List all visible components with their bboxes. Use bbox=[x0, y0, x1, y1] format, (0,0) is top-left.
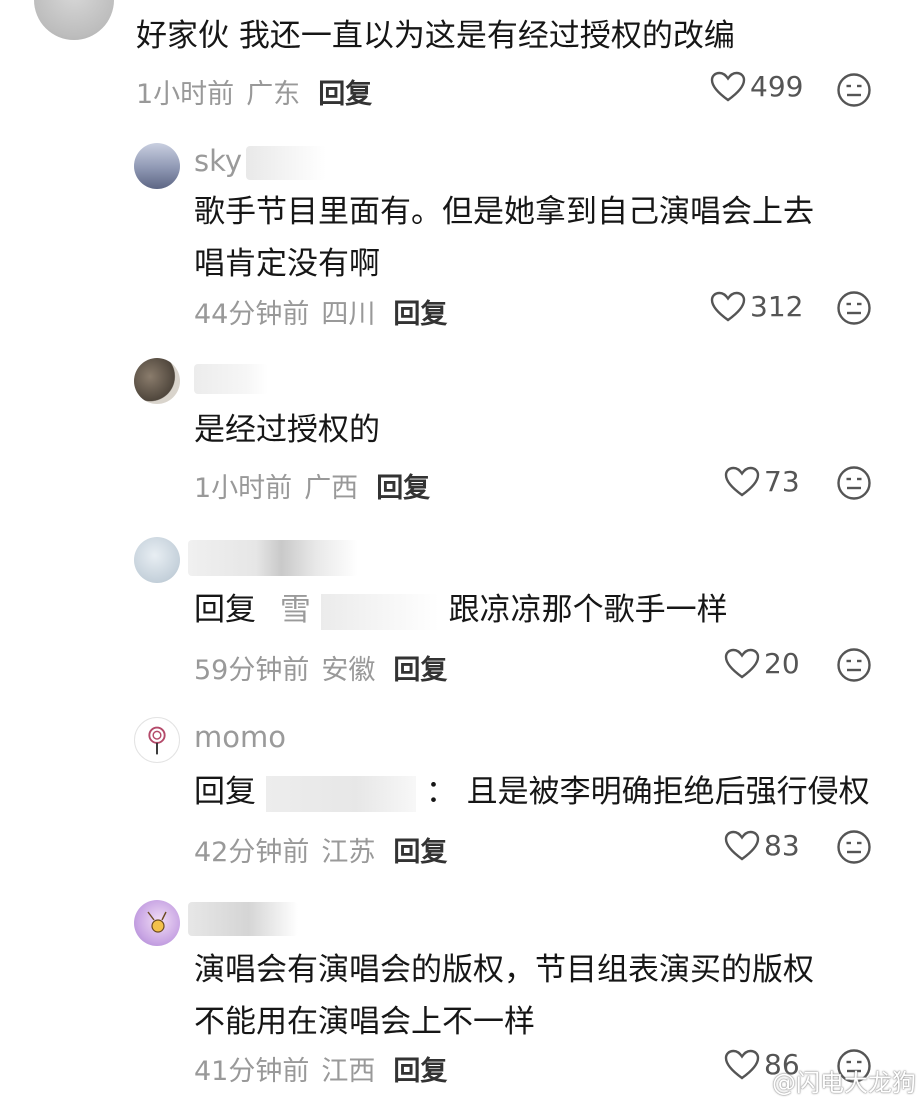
like-button[interactable]: 83 bbox=[724, 829, 800, 862]
reply-prefix: 回复 bbox=[194, 774, 256, 810]
username-blur bbox=[188, 902, 298, 936]
meh-face-icon[interactable] bbox=[836, 72, 872, 108]
reply-prefix: 回复 bbox=[194, 592, 256, 628]
comment-location: 广东 bbox=[246, 79, 301, 110]
avatar[interactable] bbox=[134, 143, 180, 189]
reply-body: 跟凉凉那个歌手一样 bbox=[448, 592, 728, 628]
comment-location: 四川 bbox=[321, 299, 376, 330]
meh-face-icon[interactable] bbox=[836, 647, 872, 683]
reply-button[interactable]: 回复 bbox=[393, 1056, 447, 1087]
comment-text-line: 唱肯定没有啊 bbox=[194, 246, 380, 282]
reply-button[interactable]: 回复 bbox=[318, 79, 372, 110]
comment-text: 演唱会有演唱会的版权，节目组表演买的版权 不能用在演唱会上不一样 bbox=[194, 944, 814, 1048]
heart-outline-icon bbox=[710, 291, 746, 321]
comment-text: 是经过授权的 bbox=[194, 412, 380, 448]
heart-outline-icon bbox=[724, 648, 760, 678]
like-button[interactable]: 20 bbox=[724, 647, 800, 680]
reply-button[interactable]: 回复 bbox=[376, 473, 430, 504]
comment-meta: 44分钟前 四川 回复 bbox=[194, 292, 447, 331]
mention-blur bbox=[320, 593, 439, 630]
watermark: @闪电大龙狗 bbox=[740, 1063, 916, 1098]
comment-meta: 1小时前 广西 回复 bbox=[194, 466, 430, 505]
username-blur bbox=[194, 364, 268, 394]
comment-time: 1小时前 bbox=[194, 473, 293, 504]
meh-face-icon[interactable] bbox=[836, 465, 872, 501]
like-count: 73 bbox=[764, 465, 800, 498]
comment-text: 回复 雪 跟凉凉那个歌手一样 bbox=[194, 584, 728, 636]
comment-location: 江西 bbox=[321, 1056, 376, 1087]
comment-time: 44分钟前 bbox=[194, 299, 310, 330]
comment-time: 1小时前 bbox=[136, 79, 235, 110]
comment-text-line: 不能用在演唱会上不一样 bbox=[194, 1004, 535, 1040]
like-button[interactable]: 499 bbox=[710, 70, 803, 103]
comment-meta: 59分钟前 安徽 回复 bbox=[194, 648, 447, 687]
comment-text: 好家伙 我还一直以为这是有经过授权的改编 bbox=[136, 18, 735, 54]
reply-button[interactable]: 回复 bbox=[393, 299, 447, 330]
avatar[interactable] bbox=[134, 717, 180, 763]
like-count: 312 bbox=[750, 290, 804, 323]
comment-location: 安徽 bbox=[321, 655, 376, 686]
lollipop-icon bbox=[148, 726, 166, 755]
like-button[interactable]: 312 bbox=[710, 290, 803, 323]
username-blur bbox=[246, 146, 326, 180]
reply-button[interactable]: 回复 bbox=[393, 837, 447, 868]
heart-outline-icon bbox=[724, 830, 760, 860]
like-count: 83 bbox=[764, 829, 800, 862]
like-count: 499 bbox=[750, 70, 804, 103]
mention[interactable]: 雪 bbox=[280, 592, 311, 628]
comment-time: 42分钟前 bbox=[194, 837, 310, 868]
comment-meta: 41分钟前 江西 回复 bbox=[194, 1049, 447, 1088]
comment-text: 歌手节目里面有。但是她拿到自己演唱会上去 唱肯定没有啊 bbox=[194, 186, 814, 290]
comment-meta: 1小时前 广东 回复 bbox=[136, 72, 372, 111]
meh-face-icon[interactable] bbox=[836, 290, 872, 326]
avatar[interactable] bbox=[134, 358, 180, 404]
comment-location: 江苏 bbox=[321, 837, 376, 868]
heart-outline-icon bbox=[724, 466, 760, 496]
weibo-logo-icon bbox=[741, 1071, 767, 1092]
username[interactable]: momo bbox=[194, 720, 286, 754]
mention-blur bbox=[265, 775, 416, 812]
comment-text: 回复 ： 且是被李明确拒绝后强行侵权 bbox=[194, 766, 870, 818]
comment-time: 59分钟前 bbox=[194, 655, 310, 686]
comment-location: 广西 bbox=[304, 473, 359, 504]
comment-text-line: 歌手节目里面有。但是她拿到自己演唱会上去 bbox=[194, 194, 814, 230]
meh-face-icon[interactable] bbox=[836, 829, 872, 865]
cartoon-icon bbox=[147, 911, 167, 933]
comment-meta: 42分钟前 江苏 回复 bbox=[194, 830, 447, 869]
avatar[interactable] bbox=[34, 0, 114, 40]
like-button[interactable]: 73 bbox=[724, 465, 800, 498]
reply-body: ： 且是被李明确拒绝后强行侵权 bbox=[425, 774, 870, 810]
comment-time: 41分钟前 bbox=[194, 1056, 310, 1087]
username[interactable]: sky bbox=[194, 144, 242, 178]
username-blur bbox=[188, 540, 358, 576]
watermark-text: @闪电大龙狗 bbox=[772, 1069, 916, 1097]
comment-text-line: 演唱会有演唱会的版权，节目组表演买的版权 bbox=[194, 952, 814, 988]
avatar[interactable] bbox=[134, 537, 180, 583]
avatar[interactable] bbox=[134, 900, 180, 946]
heart-outline-icon bbox=[710, 71, 746, 101]
like-count: 20 bbox=[764, 647, 800, 680]
reply-button[interactable]: 回复 bbox=[393, 655, 447, 686]
